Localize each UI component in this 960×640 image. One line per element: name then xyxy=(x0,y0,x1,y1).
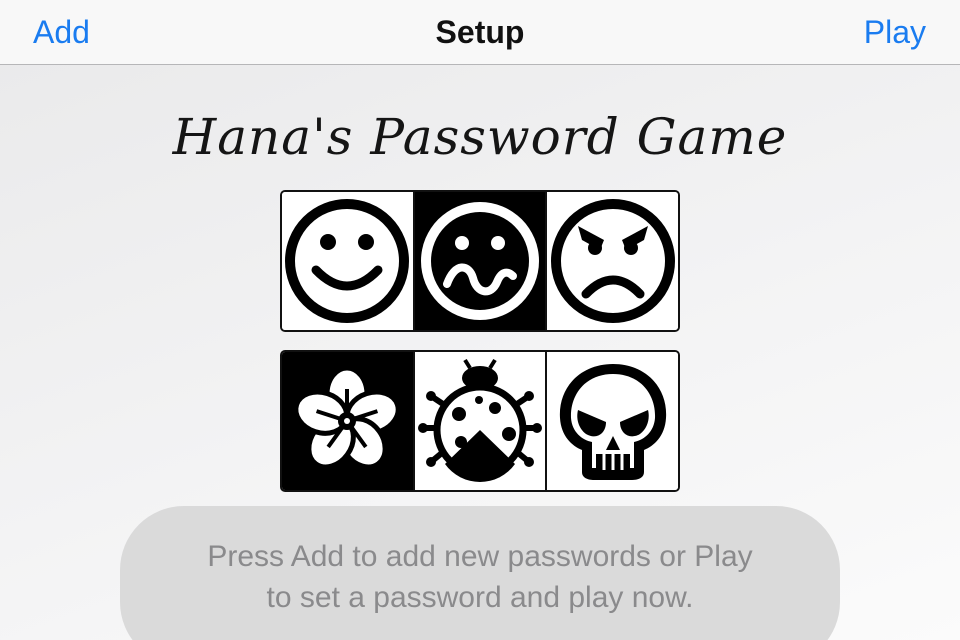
tile-ladybug[interactable] xyxy=(412,352,546,490)
page-title: Setup xyxy=(435,14,525,50)
navigation-bar: Add Setup Play xyxy=(0,0,960,65)
wavy-mouth-face-icon xyxy=(421,202,539,320)
smiley-face-icon xyxy=(285,199,410,323)
flower-icon xyxy=(293,365,401,470)
tile-flower[interactable] xyxy=(282,352,413,490)
setup-screen: Add Setup Play Hana's Password Game Pres… xyxy=(0,0,960,640)
password-tile-row-2 xyxy=(280,350,680,492)
tile-wavy-face[interactable] xyxy=(412,192,546,330)
hint-message: Press Add to add new passwords or Play t… xyxy=(207,540,753,614)
angry-face-icon xyxy=(550,199,675,323)
game-title: Hana's Password Game xyxy=(172,108,788,166)
tile-angry-face[interactable] xyxy=(545,192,678,330)
play-button[interactable]: Play xyxy=(864,12,926,52)
tile-skull[interactable] xyxy=(545,352,678,490)
tile-smiley[interactable] xyxy=(282,192,413,330)
ladybug-icon xyxy=(418,358,542,483)
skull-icon xyxy=(559,364,666,480)
password-tile-row-1 xyxy=(280,190,680,332)
